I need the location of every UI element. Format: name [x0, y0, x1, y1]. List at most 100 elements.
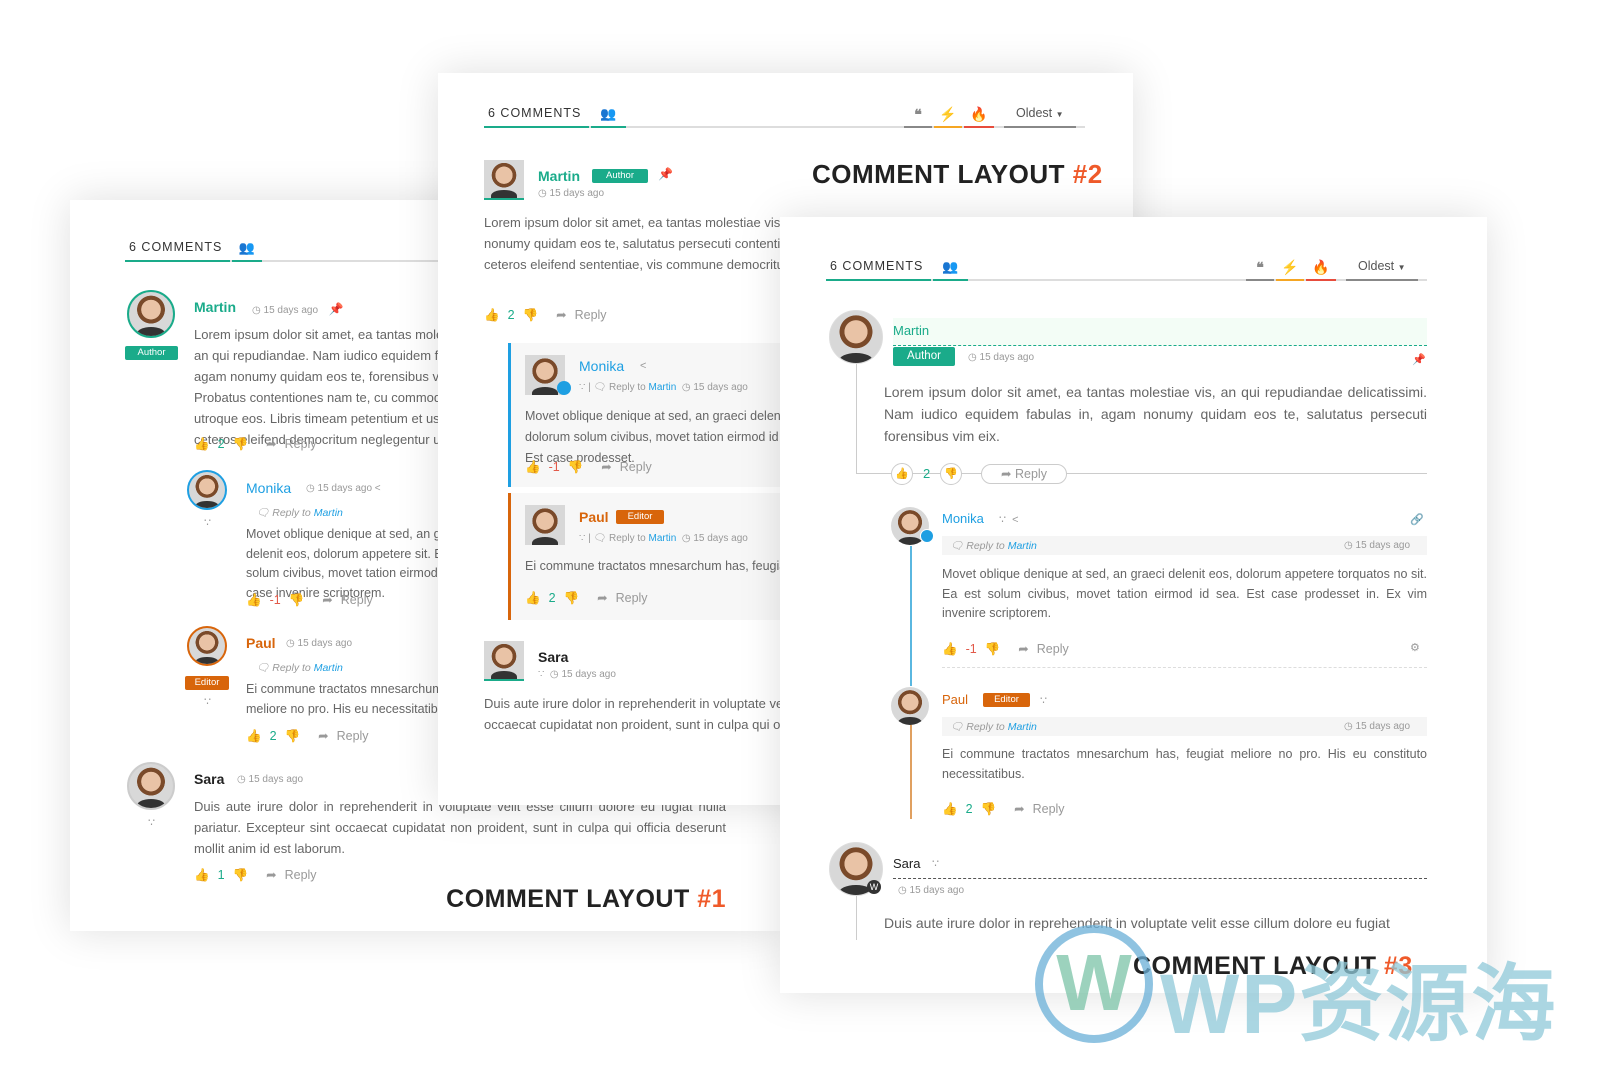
thumbs-down-icon[interactable]: 👎: [233, 437, 249, 451]
wordpress-icon: W: [867, 880, 881, 894]
rss-icon[interactable]: ∵: [579, 382, 585, 393]
comments-icon: 🗨: [256, 507, 273, 519]
users-gear-icon[interactable]: 👥: [591, 106, 626, 128]
thread-line: [910, 546, 912, 686]
reply-meta: ∵ | 🗨 Reply to Martin ◷ 15 days ago: [579, 382, 748, 393]
fire-icon[interactable]: 🔥: [964, 106, 994, 128]
share-icon[interactable]: <: [1012, 514, 1018, 526]
gear-icon[interactable]: ⚙: [1410, 641, 1420, 654]
reply-arrow-icon: ➦: [318, 729, 329, 743]
timestamp: ◷ 15 days ago: [1344, 540, 1411, 551]
thumbs-up-icon[interactable]: 👍: [484, 308, 500, 322]
thumbs-up-icon[interactable]: 👍: [246, 593, 262, 607]
twitter-icon: [557, 381, 571, 395]
reply-to-link[interactable]: Martin: [314, 507, 343, 519]
reply-arrow-icon: ➦: [322, 593, 333, 607]
reply-button[interactable]: Reply: [285, 868, 317, 882]
thumbs-down-icon[interactable]: 👎: [523, 308, 539, 322]
users-gear-icon[interactable]: 👥: [933, 259, 968, 281]
bolt-icon[interactable]: ⚡: [1276, 259, 1304, 281]
reply-to: 🗨 Reply to Martin: [256, 507, 343, 519]
reply-button[interactable]: Reply: [1037, 642, 1069, 656]
avatar: [187, 626, 227, 666]
comment-header: [893, 851, 1427, 879]
comment-actions: 👍 1 👎 ➦ Reply: [194, 868, 317, 882]
pin-icon: 📌: [1412, 354, 1426, 366]
author-badge: Author: [592, 169, 648, 183]
tab-comments[interactable]: 6 COMMENTS: [125, 240, 230, 262]
reply-button[interactable]: Reply: [575, 308, 607, 322]
reply-button[interactable]: Reply: [620, 460, 652, 474]
timestamp: ◷ 15 days ago: [538, 188, 605, 199]
comment-author-name[interactable]: Martin: [194, 299, 236, 315]
thumbs-up-icon[interactable]: 👍: [246, 729, 262, 743]
reply-to-link[interactable]: Martin: [1008, 540, 1037, 552]
thumbs-down-icon[interactable]: 👎: [233, 868, 249, 882]
comment-author-name[interactable]: Paul: [942, 692, 968, 707]
comment-author-name[interactable]: Sara: [538, 649, 568, 665]
bolt-icon[interactable]: ⚡: [934, 106, 962, 128]
comment-author-name[interactable]: Paul: [579, 509, 609, 525]
comment-author-name[interactable]: Monika: [246, 480, 291, 496]
thumbs-down-icon[interactable]: 👎: [285, 729, 301, 743]
reply-button[interactable]: ➦ Reply: [981, 464, 1067, 484]
share-icon[interactable]: <: [375, 483, 381, 494]
reply-meta: ∵ | 🗨 Reply to Martin ◷ 15 days ago: [579, 533, 748, 544]
reply-to-link[interactable]: Martin: [314, 662, 343, 674]
chevron-down-icon: ▼: [1055, 110, 1064, 119]
rss-icon[interactable]: ∵: [1040, 694, 1047, 707]
comment-author-name[interactable]: Monika: [942, 511, 984, 526]
thumbs-up-icon[interactable]: 👍: [525, 460, 541, 474]
share-icon[interactable]: <: [640, 360, 646, 372]
reply-button[interactable]: Reply: [1033, 802, 1065, 816]
users-gear-icon[interactable]: 👥: [232, 240, 262, 262]
comment-author-name[interactable]: Monika: [579, 358, 624, 374]
thumbs-up-button[interactable]: 👍: [891, 463, 913, 485]
rss-icon[interactable]: ∵: [538, 669, 544, 680]
rss-icon[interactable]: ∵: [579, 533, 585, 544]
avatar: [525, 505, 565, 545]
comments-tabs: 6 COMMENTS 👥 ❝ ⚡ 🔥 Oldest ▼: [826, 259, 1427, 281]
rss-icon[interactable]: ∵: [932, 857, 939, 870]
rss-icon[interactable]: ∵: [148, 816, 155, 829]
fire-icon[interactable]: 🔥: [1306, 259, 1336, 281]
tab-comments[interactable]: 6 COMMENTS: [484, 106, 589, 128]
thumbs-down-icon[interactable]: 👎: [981, 802, 997, 816]
thumbs-down-icon[interactable]: 👎: [289, 593, 305, 607]
thumbs-up-icon[interactable]: 👍: [194, 437, 210, 451]
thumbs-down-button[interactable]: 👎: [940, 463, 962, 485]
chevron-down-icon: ▼: [1397, 263, 1406, 272]
sort-dropdown[interactable]: Oldest ▼: [1346, 259, 1418, 281]
comment-author-name[interactable]: Sara: [194, 771, 224, 787]
quote-icon[interactable]: ❝: [904, 106, 932, 128]
editor-badge: Editor: [983, 693, 1030, 707]
thumbs-up-icon[interactable]: 👍: [194, 868, 210, 882]
comment-author-name[interactable]: Martin: [893, 323, 929, 338]
comment-author-name[interactable]: Sara: [893, 856, 920, 871]
rss-icon[interactable]: ∵: [204, 516, 211, 529]
sort-dropdown[interactable]: Oldest ▼: [1004, 106, 1076, 128]
thumbs-up-icon[interactable]: 👍: [942, 642, 958, 656]
pin-icon: 📌: [328, 302, 344, 316]
reply-button[interactable]: Reply: [616, 591, 648, 605]
author-badge: Author: [893, 347, 955, 366]
avatar: [484, 160, 524, 200]
quote-icon[interactable]: ❝: [1246, 259, 1274, 281]
thumbs-up-icon[interactable]: 👍: [942, 802, 958, 816]
comment-author-name[interactable]: Paul: [246, 635, 276, 651]
reply-button[interactable]: Reply: [285, 437, 317, 451]
avatar: [127, 762, 175, 810]
reply-arrow-icon: ➦: [1018, 642, 1029, 656]
rss-icon[interactable]: ∵: [204, 695, 211, 708]
rss-icon[interactable]: ∵ <: [999, 513, 1019, 526]
thumbs-down-icon[interactable]: 👎: [985, 642, 1001, 656]
reply-to-link[interactable]: Martin: [1008, 721, 1037, 733]
thumbs-up-icon[interactable]: 👍: [525, 591, 541, 605]
comment-author-name[interactable]: Martin: [538, 168, 580, 184]
tab-comments[interactable]: 6 COMMENTS: [826, 259, 931, 281]
link-icon[interactable]: 🔗: [1410, 513, 1424, 526]
reply-button[interactable]: Reply: [337, 729, 369, 743]
thumbs-down-icon[interactable]: 👎: [564, 591, 580, 605]
reply-button[interactable]: Reply: [341, 593, 373, 607]
thumbs-down-icon[interactable]: 👎: [568, 460, 584, 474]
